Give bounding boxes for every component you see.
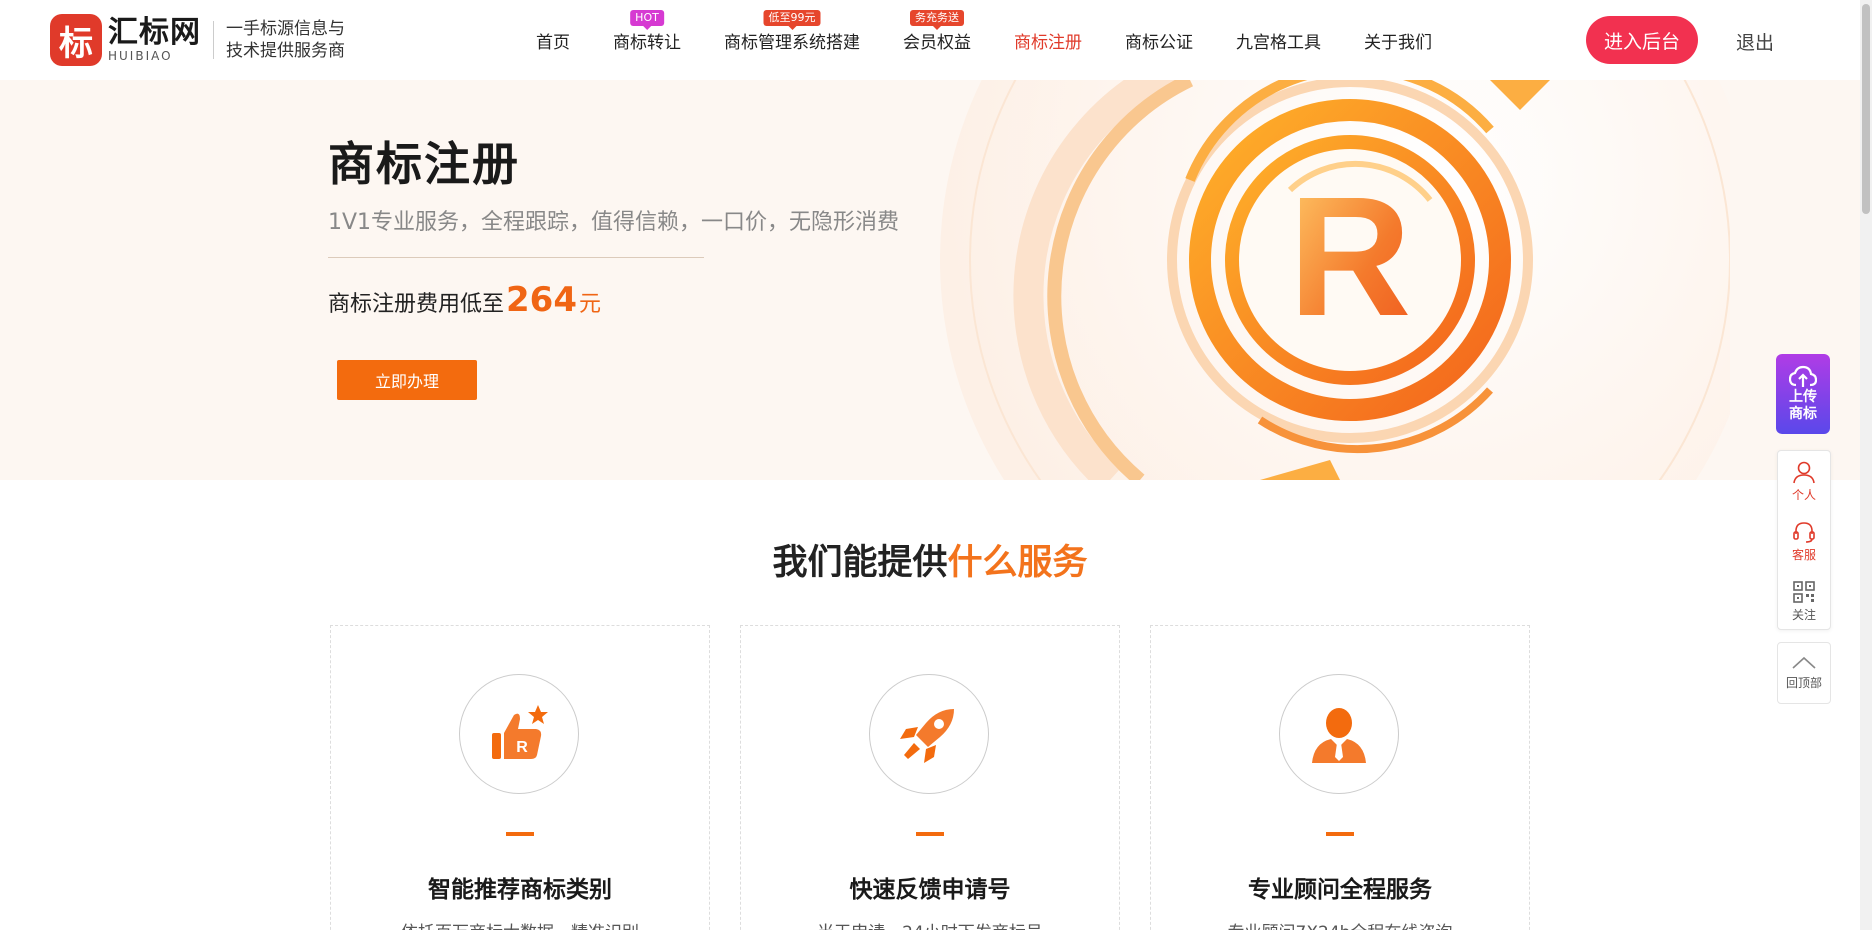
service-card-consultant[interactable]: 专业顾问全程服务 专业顾问7X24h全程在线咨询 <box>1150 625 1530 930</box>
upload-trademark-label: 上传商标 <box>1789 389 1817 422</box>
card-description: 专业顾问7X24h全程在线咨询 <box>1151 918 1529 930</box>
customer-service-button[interactable]: 客服 <box>1778 511 1830 571</box>
nav-item-notarization[interactable]: 商标公证 <box>1125 0 1193 80</box>
thumbs-up-r-icon: R <box>492 705 548 759</box>
r-letter: R <box>1289 162 1412 352</box>
nav-item-system-build[interactable]: 低至99元 商标管理系统搭建 <box>724 0 860 80</box>
scrollbar-thumb[interactable] <box>1862 4 1870 214</box>
logo-name: 汇标网 <box>108 15 201 50</box>
apply-now-button[interactable]: 立即办理 <box>337 360 477 400</box>
nav-item-transfer[interactable]: HOT 商标转让 <box>613 0 681 80</box>
registered-trademark-art-icon: R <box>940 80 1730 480</box>
card-description: 依托百万商标大数据，精准识别 <box>331 918 709 930</box>
hero-subtitle: 1V1专业服务，全程跟踪，值得信赖，一口价，无隐形消费 <box>328 210 900 235</box>
promo-badge: 务充务送 <box>910 10 964 30</box>
user-icon <box>1793 461 1815 483</box>
nav-item-label: 关于我们 <box>1364 32 1432 53</box>
back-to-top-button[interactable]: 回顶部 <box>1777 642 1831 704</box>
price-value: 264 <box>506 280 577 320</box>
main-nav: 首页 HOT 商标转让 低至99元 商标管理系统搭建 务充务送 会员权益 商标注… <box>536 0 1475 80</box>
qr-code-icon <box>1793 580 1815 603</box>
card-accent-line <box>506 832 534 836</box>
card-icon-circle <box>869 674 989 794</box>
personal-button[interactable]: 个人 <box>1778 451 1830 511</box>
nav-item-membership[interactable]: 务充务送 会员权益 <box>903 0 971 80</box>
service-card-recommend[interactable]: R 智能推荐商标类别 依托百万商标大数据，精准识别 <box>330 625 710 930</box>
nav-item-grid-tool[interactable]: 九宫格工具 <box>1236 0 1321 80</box>
site-header: 标 汇标网 HUIBIAO 一手标源信息与 技术提供服务商 首页 HOT 商标转… <box>0 0 1860 80</box>
nav-item-about[interactable]: 关于我们 <box>1364 0 1432 80</box>
logo-pinyin: HUIBIAO <box>108 49 173 63</box>
nav-item-label: 会员权益 <box>903 32 971 53</box>
card-title: 专业顾问全程服务 <box>1248 877 1432 903</box>
hot-badge: HOT <box>630 10 664 30</box>
hero-title: 商标注册 <box>328 137 520 191</box>
chevron-up-icon <box>1792 656 1816 669</box>
svg-text:R: R <box>516 739 528 756</box>
follow-button[interactable]: 关注 <box>1778 571 1830 631</box>
back-to-top-label: 回顶部 <box>1785 675 1822 690</box>
nav-item-label: 首页 <box>536 32 570 53</box>
service-card-fast-feedback[interactable]: 快速反馈申请号 当天申请，24小时下发商标号 <box>740 625 1120 930</box>
nav-item-home[interactable]: 首页 <box>536 0 570 80</box>
enter-admin-button[interactable]: 进入后台 <box>1586 16 1698 64</box>
follow-label: 关注 <box>1791 607 1816 622</box>
price-prefix: 商标注册费用低至 <box>328 292 505 317</box>
personal-label: 个人 <box>1791 487 1816 502</box>
card-accent-line <box>916 832 944 836</box>
nav-item-registration[interactable]: 商标注册 <box>1014 0 1082 80</box>
card-title: 快速反馈申请号 <box>849 877 1011 903</box>
logout-link[interactable]: 退出 <box>1736 28 1774 55</box>
card-icon-circle <box>1279 674 1399 794</box>
logo-divider <box>213 21 214 59</box>
nav-item-label: 九宫格工具 <box>1236 32 1321 53</box>
hero-divider <box>328 257 704 258</box>
page-scrollbar[interactable] <box>1860 0 1872 930</box>
nav-item-label: 商标公证 <box>1125 32 1193 53</box>
price-badge: 低至99元 <box>763 10 821 30</box>
nav-item-label: 商标转让 <box>613 32 681 53</box>
services-title-highlight: 什么服务 <box>947 543 1088 583</box>
services-title: 我们能提供什么服务 <box>0 534 1860 585</box>
customer-service-label: 客服 <box>1791 547 1816 562</box>
logo-slogan: 一手标源信息与 技术提供服务商 <box>226 18 345 62</box>
services-title-plain: 我们能提供 <box>772 543 948 583</box>
hero-price: 商标注册费用低至 264 元 <box>328 280 601 320</box>
site-logo[interactable]: 标 汇标网 HUIBIAO 一手标源信息与 技术提供服务商 <box>50 14 345 66</box>
card-description: 当天申请，24小时下发商标号 <box>741 918 1119 930</box>
logo-text: 汇标网 HUIBIAO <box>108 15 201 64</box>
headset-icon <box>1793 521 1815 543</box>
card-title: 智能推荐商标类别 <box>428 877 612 903</box>
slogan-line-1: 一手标源信息与 <box>226 19 345 39</box>
nav-item-label: 商标注册 <box>1014 32 1082 53</box>
upload-trademark-button[interactable]: 上传商标 <box>1776 354 1830 434</box>
slogan-line-2: 技术提供服务商 <box>226 41 345 61</box>
floating-toolbar: 个人 客服 关注 <box>1777 450 1831 630</box>
logo-mark-icon: 标 <box>50 14 102 66</box>
nav-item-label: 商标管理系统搭建 <box>724 32 860 53</box>
consultant-icon <box>1312 708 1366 763</box>
card-icon-circle: R <box>459 674 579 794</box>
price-unit: 元 <box>579 292 602 317</box>
rocket-icon <box>900 709 954 763</box>
hero-banner: R 商标注册 1V1专业服务，全程跟踪，值得信赖，一口价，无隐形消费 商标注册费… <box>0 80 1860 480</box>
card-accent-line <box>1326 832 1354 836</box>
cloud-upload-icon <box>1789 365 1817 387</box>
